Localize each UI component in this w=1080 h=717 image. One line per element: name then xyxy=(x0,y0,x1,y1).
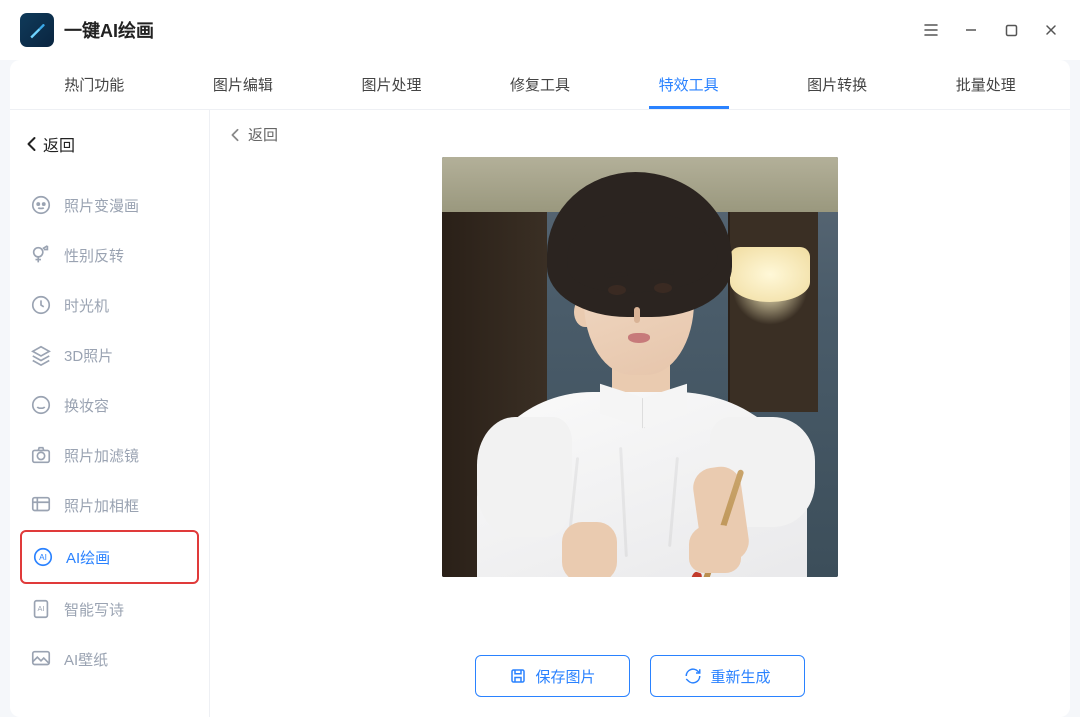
sidebar-item-ai-draw[interactable]: AI AI绘画 xyxy=(20,530,199,584)
svg-text:AI: AI xyxy=(39,553,47,562)
document-ai-icon: AI xyxy=(30,598,52,620)
minimize-button[interactable] xyxy=(962,21,980,39)
regenerate-button[interactable]: 重新生成 xyxy=(650,655,805,697)
regenerate-label: 重新生成 xyxy=(710,666,770,687)
sidebar-item-label: AI绘画 xyxy=(66,547,110,568)
tab-convert[interactable]: 图片转换 xyxy=(763,60,912,109)
sidebar-item-filter[interactable]: 照片加滤镜 xyxy=(20,430,199,480)
sidebar-back-button[interactable]: 返回 xyxy=(20,128,199,160)
sidebar-item-label: 照片加滤镜 xyxy=(64,445,139,466)
camera-icon xyxy=(30,444,52,466)
app-logo xyxy=(20,13,54,47)
save-icon xyxy=(509,667,527,685)
sidebar-item-label: 照片变漫画 xyxy=(64,195,139,216)
main-area: 返回 xyxy=(210,110,1070,717)
layers-icon xyxy=(30,344,52,366)
title-left: 一键AI绘画 xyxy=(20,13,154,47)
refresh-icon xyxy=(684,667,702,685)
body: 返回 照片变漫画 性别反转 时光机 3D照片 换妆容 照片加滤镜 照片加相框 xyxy=(10,110,1070,717)
chevron-left-icon xyxy=(230,128,240,142)
image-icon xyxy=(30,648,52,670)
sidebar-item-anime[interactable]: 照片变漫画 xyxy=(20,180,199,230)
main-back-button[interactable]: 返回 xyxy=(230,124,1050,145)
app-title: 一键AI绘画 xyxy=(64,17,154,43)
window-controls xyxy=(922,21,1060,39)
frame-icon xyxy=(30,494,52,516)
titlebar: 一键AI绘画 xyxy=(0,0,1080,60)
tab-repair[interactable]: 修复工具 xyxy=(466,60,615,109)
top-tabs: 热门功能 图片编辑 图片处理 修复工具 特效工具 图片转换 批量处理 xyxy=(10,60,1070,110)
sidebar-item-label: 时光机 xyxy=(64,295,109,316)
save-button[interactable]: 保存图片 xyxy=(475,655,630,697)
action-row: 保存图片 重新生成 xyxy=(230,655,1050,697)
sidebar-item-label: 3D照片 xyxy=(64,345,113,366)
sidebar-item-makeup[interactable]: 换妆容 xyxy=(20,380,199,430)
main-back-label: 返回 xyxy=(248,124,278,145)
tab-edit[interactable]: 图片编辑 xyxy=(169,60,318,109)
sidebar-item-wallpaper[interactable]: AI壁纸 xyxy=(20,634,199,684)
brush-logo-icon xyxy=(27,20,47,40)
chevron-left-icon xyxy=(26,136,37,152)
sidebar-item-label: 换妆容 xyxy=(64,395,109,416)
anime-icon xyxy=(30,194,52,216)
tab-hot[interactable]: 热门功能 xyxy=(20,60,169,109)
tab-effects[interactable]: 特效工具 xyxy=(614,60,763,109)
sidebar-item-frame[interactable]: 照片加相框 xyxy=(20,480,199,530)
save-label: 保存图片 xyxy=(535,666,595,687)
sidebar-item-label: 性别反转 xyxy=(64,245,124,266)
maximize-button[interactable] xyxy=(1002,21,1020,39)
menu-icon[interactable] xyxy=(922,21,940,39)
tab-batch[interactable]: 批量处理 xyxy=(911,60,1060,109)
sidebar-back-label: 返回 xyxy=(43,132,75,156)
sidebar-item-label: AI壁纸 xyxy=(64,649,108,670)
tab-process[interactable]: 图片处理 xyxy=(317,60,466,109)
sidebar-item-label: 照片加相框 xyxy=(64,495,139,516)
close-button[interactable] xyxy=(1042,21,1060,39)
generated-image xyxy=(442,157,838,577)
face-icon xyxy=(30,394,52,416)
sidebar-item-time[interactable]: 时光机 xyxy=(20,280,199,330)
gender-icon xyxy=(30,244,52,266)
clock-icon xyxy=(30,294,52,316)
svg-text:AI: AI xyxy=(38,604,45,613)
palette-icon: AI xyxy=(32,546,54,568)
sidebar-item-3d[interactable]: 3D照片 xyxy=(20,330,199,380)
sidebar: 返回 照片变漫画 性别反转 时光机 3D照片 换妆容 照片加滤镜 照片加相框 xyxy=(10,110,210,717)
canvas-wrap xyxy=(230,157,1050,637)
sidebar-item-poem[interactable]: AI 智能写诗 xyxy=(20,584,199,634)
sidebar-item-gender[interactable]: 性别反转 xyxy=(20,230,199,280)
sidebar-item-label: 智能写诗 xyxy=(64,599,124,620)
